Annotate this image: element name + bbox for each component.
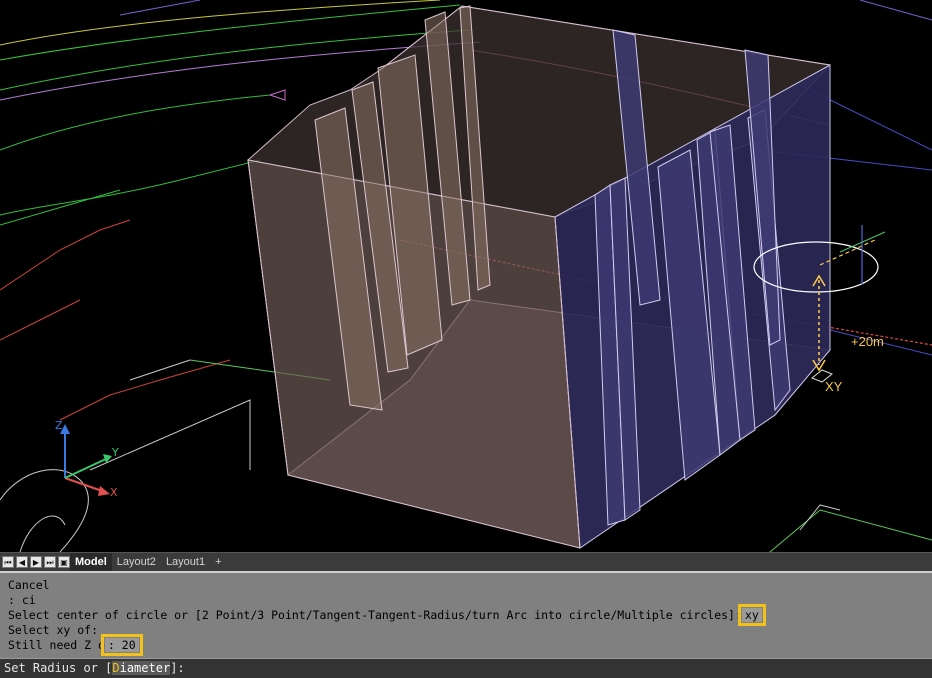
- contour-line: [0, 299, 81, 341]
- last-icon: ⏭: [46, 558, 54, 567]
- contour-line: [59, 359, 231, 421]
- history-line: Select xy of:: [8, 623, 99, 637]
- layout-tab-bar: ⏮ ◀ ▶ ⏭ ▣ Model Layout2 Layout1 +: [0, 552, 932, 571]
- road-edge-line: [769, 509, 932, 552]
- diameter-option[interactable]: Diameter: [112, 661, 171, 675]
- road-edge-line: [0, 0, 441, 46]
- z-value-highlight: : 20: [100, 634, 143, 656]
- ucs-x-label: X: [110, 486, 118, 499]
- diameter-option-label: iameter: [119, 661, 171, 675]
- list-icon: ▣: [60, 558, 68, 567]
- model-viewport[interactable]: +20m XY Z Y X: [0, 0, 932, 552]
- command-history[interactable]: Cancel : ci Select center of circle or […: [0, 571, 932, 658]
- contour-line: [0, 219, 131, 291]
- building-solid: [246, 5, 832, 549]
- first-tab-button[interactable]: ⏮: [2, 556, 14, 568]
- prompt-suffix: ]:: [170, 661, 185, 675]
- ucs-y-label: Y: [112, 446, 119, 459]
- plane-label: XY: [825, 379, 843, 394]
- ucs-z-label: Z: [55, 419, 63, 432]
- history-line-text: Select center of circle or [2 Point/3 Po…: [8, 608, 742, 622]
- tab-layout2[interactable]: Layout2: [112, 553, 161, 571]
- road-edge-line: [0, 189, 121, 226]
- prev-icon: ◀: [18, 558, 26, 567]
- xy-filter-highlight: xy: [737, 604, 766, 626]
- road-edge-line: [859, 0, 932, 21]
- history-line: : ci: [8, 593, 36, 607]
- prev-tab-button[interactable]: ◀: [16, 556, 28, 568]
- diameter-option-key: D: [112, 661, 120, 675]
- next-icon: ▶: [32, 558, 40, 567]
- history-line: Cancel: [8, 578, 50, 592]
- tab-list-button[interactable]: ▣: [58, 556, 70, 568]
- road-edge-line: [0, 159, 261, 216]
- last-tab-button[interactable]: ⏭: [44, 556, 56, 568]
- add-layout-button[interactable]: +: [210, 553, 226, 571]
- history-line-text: Still need Z o: [8, 638, 105, 652]
- tab-model[interactable]: Model: [70, 553, 112, 571]
- command-line-input[interactable]: Set Radius or [Diameter]:: [0, 658, 932, 678]
- road-edge-line: [129, 359, 191, 381]
- viewport-drawing: [0, 0, 932, 552]
- road-marker: [268, 89, 286, 101]
- road-edge-line: [19, 515, 66, 552]
- prompt-text: Set Radius or [: [4, 661, 113, 675]
- road-edge-line: [799, 504, 841, 531]
- tab-layout1[interactable]: Layout1: [161, 553, 210, 571]
- history-line: Still need Z o: 20: [8, 634, 924, 656]
- road-edge-line: [0, 94, 271, 151]
- road-edge-line: [89, 399, 251, 471]
- next-tab-button[interactable]: ▶: [30, 556, 42, 568]
- history-line: Select center of circle or [2 Point/3 Po…: [8, 604, 924, 626]
- first-icon: ⏮: [4, 558, 12, 567]
- road-edge-line: [119, 0, 201, 16]
- elevation-label: +20m: [851, 334, 884, 349]
- ucs-icon: [60, 424, 112, 496]
